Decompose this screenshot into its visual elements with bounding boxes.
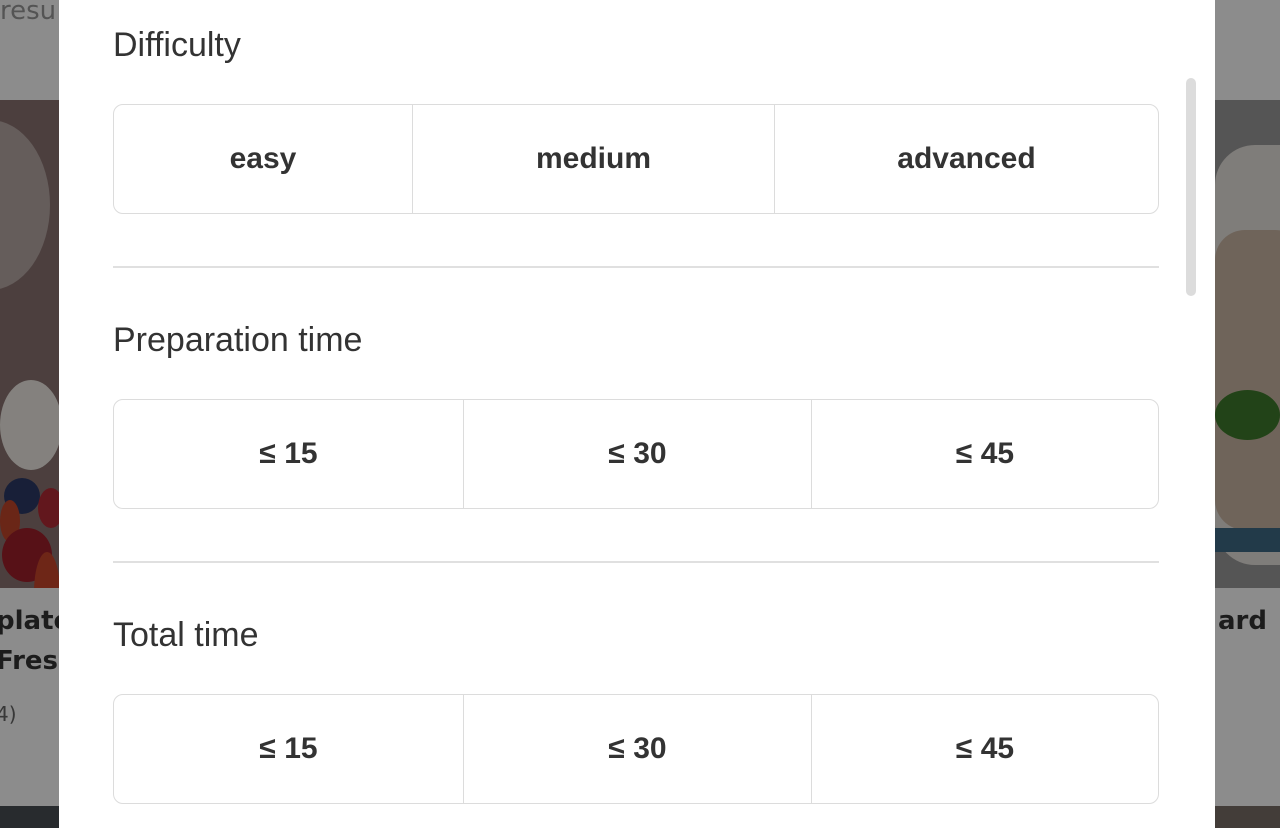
difficulty-option-advanced[interactable]: advanced (775, 105, 1158, 213)
preparation-time-option-15[interactable]: ≤ 15 (114, 400, 464, 508)
difficulty-option-medium[interactable]: medium (413, 105, 775, 213)
total-time-option-45[interactable]: ≤ 45 (812, 695, 1158, 803)
modal-scrollbar[interactable] (1183, 70, 1201, 828)
difficulty-options: easy medium advanced (113, 104, 1159, 214)
modal-scrollbar-thumb[interactable] (1186, 78, 1196, 296)
preparation-time-title: Preparation time (113, 321, 363, 359)
filter-modal: Difficulty easy medium advanced Preparat… (59, 0, 1215, 828)
preparation-time-option-45[interactable]: ≤ 45 (812, 400, 1158, 508)
total-time-options: ≤ 15 ≤ 30 ≤ 45 (113, 694, 1159, 804)
total-time-option-30[interactable]: ≤ 30 (464, 695, 812, 803)
total-time-title: Total time (113, 616, 259, 654)
section-divider (113, 266, 1159, 268)
difficulty-option-easy[interactable]: easy (114, 105, 413, 213)
total-time-option-15[interactable]: ≤ 15 (114, 695, 464, 803)
preparation-time-options: ≤ 15 ≤ 30 ≤ 45 (113, 399, 1159, 509)
section-divider (113, 561, 1159, 563)
difficulty-title: Difficulty (113, 26, 241, 64)
preparation-time-option-30[interactable]: ≤ 30 (464, 400, 812, 508)
